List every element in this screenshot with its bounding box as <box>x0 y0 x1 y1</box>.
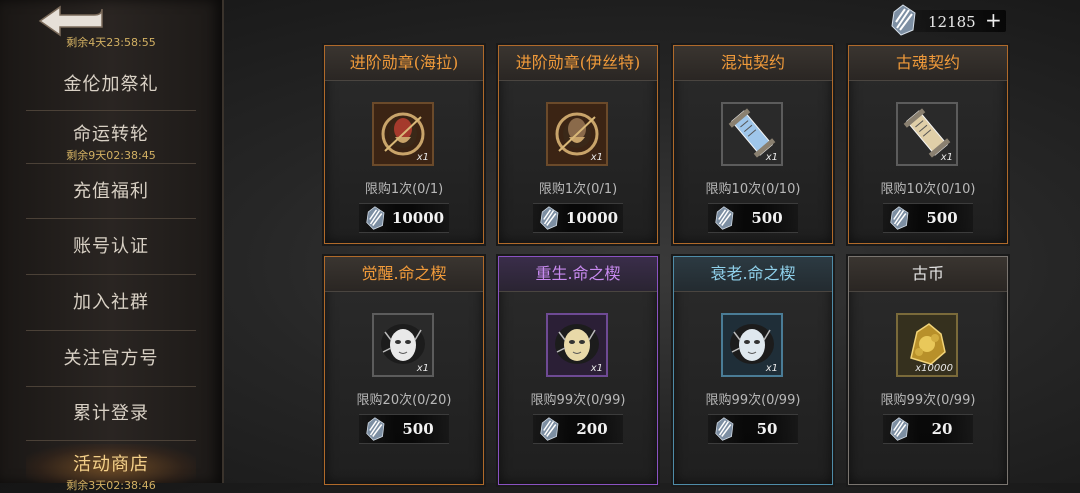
buy-button[interactable]: 500 <box>708 203 798 233</box>
buy-button[interactable]: 10000 <box>359 203 449 233</box>
item-slot[interactable]: x1 <box>546 313 608 377</box>
buy-button[interactable]: 10000 <box>533 203 623 233</box>
item-slot[interactable]: x1 <box>896 102 958 166</box>
sidebar-item-label: 累计登录 <box>73 403 149 424</box>
crystal-icon <box>540 417 559 441</box>
crystal-icon <box>890 206 909 230</box>
item-slot[interactable]: x1 <box>721 313 783 377</box>
sidebar-item-label: 命运转轮 <box>73 124 149 145</box>
crystal-icon <box>540 206 559 230</box>
purchase-limit: 限购1次(0/1) <box>364 182 444 197</box>
sidebar-item-timer: 剩余3天02:38:46 <box>66 479 156 492</box>
purchase-limit: 限购99次(0/99) <box>530 393 626 408</box>
item-slot[interactable]: x10000 <box>896 313 958 377</box>
add-currency-button[interactable]: + <box>985 10 1002 30</box>
sidebar-item-daily-login[interactable]: 累计登录 <box>26 388 196 441</box>
crystal-icon <box>366 206 385 230</box>
card-title: 衰老.命之楔 <box>674 257 832 292</box>
item-slot[interactable]: x1 <box>372 102 434 166</box>
crystal-icon <box>366 417 385 441</box>
shop-card-advanced-medal-hela[interactable]: 进阶勋章(海拉) x1 限购1次(0/1) 10000 <box>324 45 484 244</box>
card-title: 古币 <box>849 257 1007 292</box>
back-timer: 剩余4天23:58:55 <box>66 36 156 49</box>
sidebar-item-follow-official[interactable]: 关注官方号 <box>26 332 196 387</box>
crystal-icon <box>891 4 916 36</box>
buy-button[interactable]: 50 <box>708 414 798 444</box>
currency-display: 12185 + <box>888 4 1006 36</box>
currency-amount: 12185 <box>928 13 976 31</box>
sidebar-item-label: 账号认证 <box>73 236 149 257</box>
item-slot[interactable]: x1 <box>372 313 434 377</box>
purchase-limit: 限购99次(0/99) <box>705 393 801 408</box>
shop-card-ancient-coin[interactable]: 古币 x10000 限购99次(0/99) 20 <box>848 256 1008 485</box>
sidebar-item-timer: 剩余9天02:38:45 <box>66 149 156 162</box>
shop-card-advanced-medal-isolde[interactable]: 进阶勋章(伊丝特) x1 限购1次(0/1) 10000 <box>498 45 658 244</box>
purchase-limit: 限购10次(0/10) <box>705 182 801 197</box>
item-quantity: x1 <box>416 152 429 163</box>
crystal-icon <box>715 417 734 441</box>
back-button[interactable] <box>36 4 106 38</box>
sidebar-item-label: 活动商店 <box>73 454 149 475</box>
card-title: 混沌契约 <box>674 46 832 81</box>
buy-button[interactable]: 200 <box>533 414 623 444</box>
purchase-limit: 限购1次(0/1) <box>538 182 618 197</box>
card-title: 进阶勋章(伊丝特) <box>499 46 657 81</box>
sidebar-item-join-community[interactable]: 加入社群 <box>26 276 196 331</box>
crystal-icon <box>890 417 909 441</box>
card-title: 重生.命之楔 <box>499 257 657 292</box>
sidebar-item-gold-ritual[interactable]: 金伦加祭礼 <box>26 60 196 111</box>
item-quantity: x1 <box>590 363 603 374</box>
card-title: 进阶勋章(海拉) <box>325 46 483 81</box>
sidebar: 剩余4天23:58:55 金伦加祭礼 命运转轮 剩余9天02:38:45 充值福… <box>0 0 224 492</box>
sidebar-item-label: 金伦加祭礼 <box>63 74 159 95</box>
back-arrow-icon <box>38 5 103 37</box>
price-value: 500 <box>751 209 783 227</box>
price-value: 500 <box>402 420 434 438</box>
sidebar-item-fate-wheel[interactable]: 命运转轮 剩余9天02:38:45 <box>26 112 196 164</box>
sidebar-item-label: 关注官方号 <box>63 348 159 369</box>
item-slot[interactable]: x1 <box>546 102 608 166</box>
item-quantity: x1 <box>765 363 778 374</box>
shop-card-chaos-contract[interactable]: 混沌契约 x1 限购10次(0/10) 500 <box>673 45 833 244</box>
item-quantity: x10000 <box>915 363 953 374</box>
buy-button[interactable]: 20 <box>883 414 973 444</box>
sidebar-item-event-shop[interactable]: 活动商店 剩余3天02:38:46 <box>26 444 196 492</box>
shop-card-ancient-soul-contract[interactable]: 古魂契约 x1 限购10次(0/10) 500 <box>848 45 1008 244</box>
card-title: 古魂契约 <box>849 46 1007 81</box>
shop-card-awaken-fate-wedge[interactable]: 觉醒.命之楔 x1 限购20次(0/20) 500 <box>324 256 484 485</box>
price-value: 20 <box>931 420 953 438</box>
price-value: 200 <box>576 420 608 438</box>
sidebar-item-label: 加入社群 <box>73 292 149 313</box>
item-quantity: x1 <box>590 152 603 163</box>
sidebar-item-recharge[interactable]: 充值福利 <box>26 166 196 219</box>
item-quantity: x1 <box>940 152 953 163</box>
purchase-limit: 限购20次(0/20) <box>356 393 452 408</box>
item-quantity: x1 <box>416 363 429 374</box>
sidebar-item-label: 充值福利 <box>73 181 149 202</box>
sidebar-item-account-verify[interactable]: 账号认证 <box>26 220 196 275</box>
shop-card-decay-fate-wedge[interactable]: 衰老.命之楔 x1 限购99次(0/99) 50 <box>673 256 833 485</box>
purchase-limit: 限购10次(0/10) <box>880 182 976 197</box>
card-title: 觉醒.命之楔 <box>325 257 483 292</box>
purchase-limit: 限购99次(0/99) <box>880 393 976 408</box>
price-value: 10000 <box>565 209 619 227</box>
buy-button[interactable]: 500 <box>883 203 973 233</box>
shop-card-rebirth-fate-wedge[interactable]: 重生.命之楔 x1 限购99次(0/99) 200 <box>498 256 658 485</box>
price-value: 10000 <box>391 209 445 227</box>
crystal-icon <box>715 206 734 230</box>
price-value: 500 <box>926 209 958 227</box>
price-value: 50 <box>756 420 778 438</box>
item-quantity: x1 <box>765 152 778 163</box>
item-slot[interactable]: x1 <box>721 102 783 166</box>
buy-button[interactable]: 500 <box>359 414 449 444</box>
